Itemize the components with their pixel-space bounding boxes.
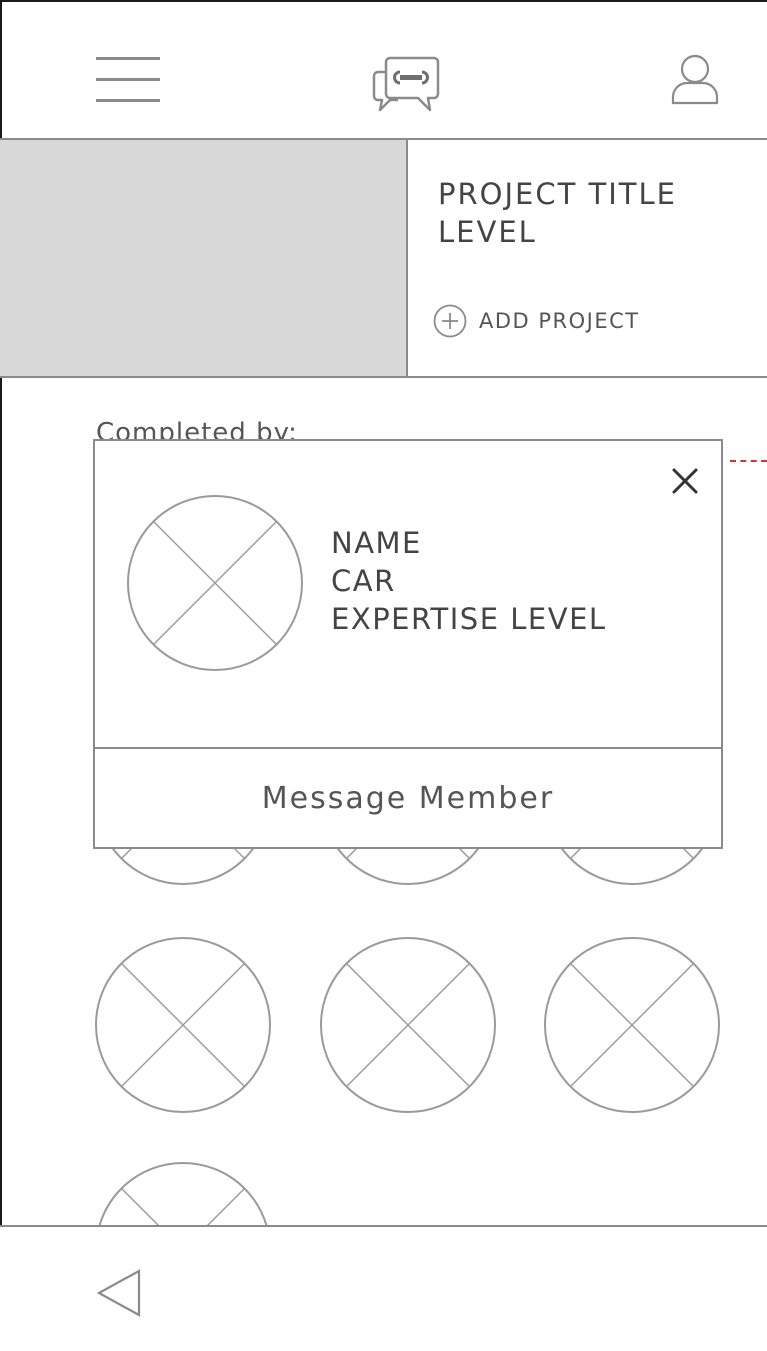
member-expertise: EXPERTISE LEVEL bbox=[331, 602, 607, 636]
member-avatar-placeholder[interactable] bbox=[542, 935, 722, 1115]
top-bar bbox=[0, 0, 767, 140]
user-profile-icon[interactable] bbox=[670, 53, 720, 105]
member-car: CAR bbox=[331, 564, 396, 598]
member-popup: NAME CAR EXPERTISE LEVEL Message Member bbox=[93, 439, 723, 849]
close-icon[interactable] bbox=[667, 463, 703, 499]
member-avatar bbox=[125, 493, 305, 673]
plus-circle-icon bbox=[433, 304, 467, 338]
message-member-button[interactable]: Message Member bbox=[95, 749, 721, 847]
chat-wrench-logo-icon[interactable] bbox=[370, 50, 442, 114]
annotation-connector bbox=[730, 460, 767, 462]
add-project-button[interactable]: ADD PROJECT bbox=[433, 303, 640, 339]
add-project-label: ADD PROJECT bbox=[479, 309, 640, 333]
project-level: LEVEL bbox=[438, 215, 537, 249]
back-triangle-icon[interactable] bbox=[96, 1268, 142, 1318]
member-name: NAME bbox=[331, 526, 422, 560]
hamburger-menu-icon[interactable] bbox=[96, 57, 160, 103]
member-avatar-placeholder[interactable] bbox=[93, 1160, 273, 1225]
hero-divider bbox=[0, 376, 767, 378]
project-title: PROJECT TITLE bbox=[438, 177, 677, 211]
member-avatar-placeholder[interactable] bbox=[318, 935, 498, 1115]
member-avatar-placeholder[interactable] bbox=[93, 935, 273, 1115]
project-image-placeholder bbox=[0, 140, 408, 378]
